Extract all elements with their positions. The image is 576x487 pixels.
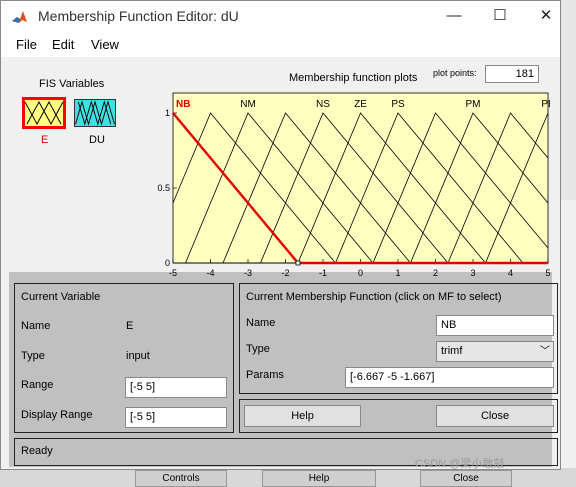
x-tick-label: -2 [281,268,289,278]
menu-file[interactable]: File [16,37,37,52]
membership-function-plot[interactable]: -5-4-3-2-101234500.51input variable "E"N… [135,83,550,278]
plot-area: FIS Variables E DU Membership function p… [9,57,552,278]
mf-label: PM [466,99,481,110]
mf-label: NS [316,99,330,110]
x-tick-label: 4 [508,268,513,278]
x-tick-label: 2 [433,268,438,278]
x-tick-label: -3 [244,268,252,278]
y-tick-label: 0.5 [157,183,170,193]
help-button[interactable]: Help [244,405,361,427]
editor-panel: FIS Variables E DU Membership function p… [9,57,558,470]
x-tick-label: -4 [206,268,214,278]
close-button[interactable]: Close [436,405,554,427]
mf-label: PB [541,99,550,110]
plot-background [172,92,549,264]
menu-bar: File Edit View [1,31,560,57]
variable-type-label: Type [21,350,45,362]
current-variable-panel: Current Variable Name E Type input Range… [14,283,234,433]
mf-name-input[interactable]: NB [436,315,554,336]
range-input[interactable]: [-5 5] [125,377,227,398]
mf-params-label: Params [246,369,284,381]
x-tick-label: 1 [395,268,400,278]
output-mf-thumbnail-icon [75,100,115,126]
title-bar: Membership Function Editor: dU — ☐ ✕ [1,1,560,31]
y-tick-label: 0 [165,258,170,268]
current-variable-header: Current Variable [21,291,101,303]
output-variable-du-block[interactable] [74,99,116,127]
maximize-icon[interactable]: ☐ [480,5,520,27]
mf-type-label: Type [246,343,270,355]
mf-editor-window: Membership Function Editor: dU — ☐ ✕ Fil… [0,0,561,470]
input-mf-thumbnail-icon [25,100,63,126]
close-icon[interactable]: ✕ [526,5,566,27]
status-text: Ready [21,445,53,457]
minimize-icon[interactable]: — [434,5,474,27]
x-tick-label: -5 [169,268,177,278]
background-controls-button[interactable]: Controls [135,470,227,487]
fis-variables-label: FIS Variables [39,78,105,90]
x-tick-label: -1 [319,268,327,278]
mf-label: PS [391,99,405,110]
plot-points-label: plot points: [433,68,477,78]
chevron-down-icon: ﹀ [540,346,550,357]
watermark-text: CSDN @梁小敢敲 [415,458,505,470]
background-help-button[interactable]: Help [262,470,376,487]
menu-edit[interactable]: Edit [52,37,74,52]
mf-label: ZE [354,99,367,110]
mf-type-value: trimf [441,345,463,357]
y-tick-label: 1 [165,108,170,118]
variable-name-value: E [126,320,134,332]
button-panel: Help Close [239,399,558,433]
mf-name-label: Name [246,317,276,329]
current-mf-header: Current Membership Function (click on MF… [246,291,502,303]
x-tick-label: 5 [545,268,550,278]
status-bar: Ready CSDN @梁小敢敲 [14,438,558,470]
display-range-input[interactable]: [-5 5] [125,407,227,428]
input-variable-e-block[interactable] [22,97,66,129]
input-variable-e-label: E [41,134,49,146]
menu-view[interactable]: View [91,37,119,52]
mf-params-input[interactable]: [-6.667 -5 -1.667] [345,367,554,388]
mf-label-selected: NB [176,99,190,110]
x-tick-label: 0 [358,268,363,278]
window-title: Membership Function Editor: dU [38,8,239,24]
current-mf-panel: Current Membership Function (click on MF… [239,283,558,394]
mf-vertex-handle [295,260,301,266]
background-close-button[interactable]: Close [420,470,512,487]
mf-label: NM [240,99,256,110]
output-variable-du-label: DU [89,134,105,146]
x-tick-label: 3 [470,268,475,278]
display-range-label: Display Range [21,409,93,421]
plot-points-input[interactable]: 181 [485,65,539,83]
variable-name-label: Name [21,320,51,332]
variable-type-value: input [126,350,150,362]
matlab-icon [11,8,28,25]
range-label: Range [21,379,54,391]
mf-type-select[interactable]: trimf ﹀ [436,341,554,362]
